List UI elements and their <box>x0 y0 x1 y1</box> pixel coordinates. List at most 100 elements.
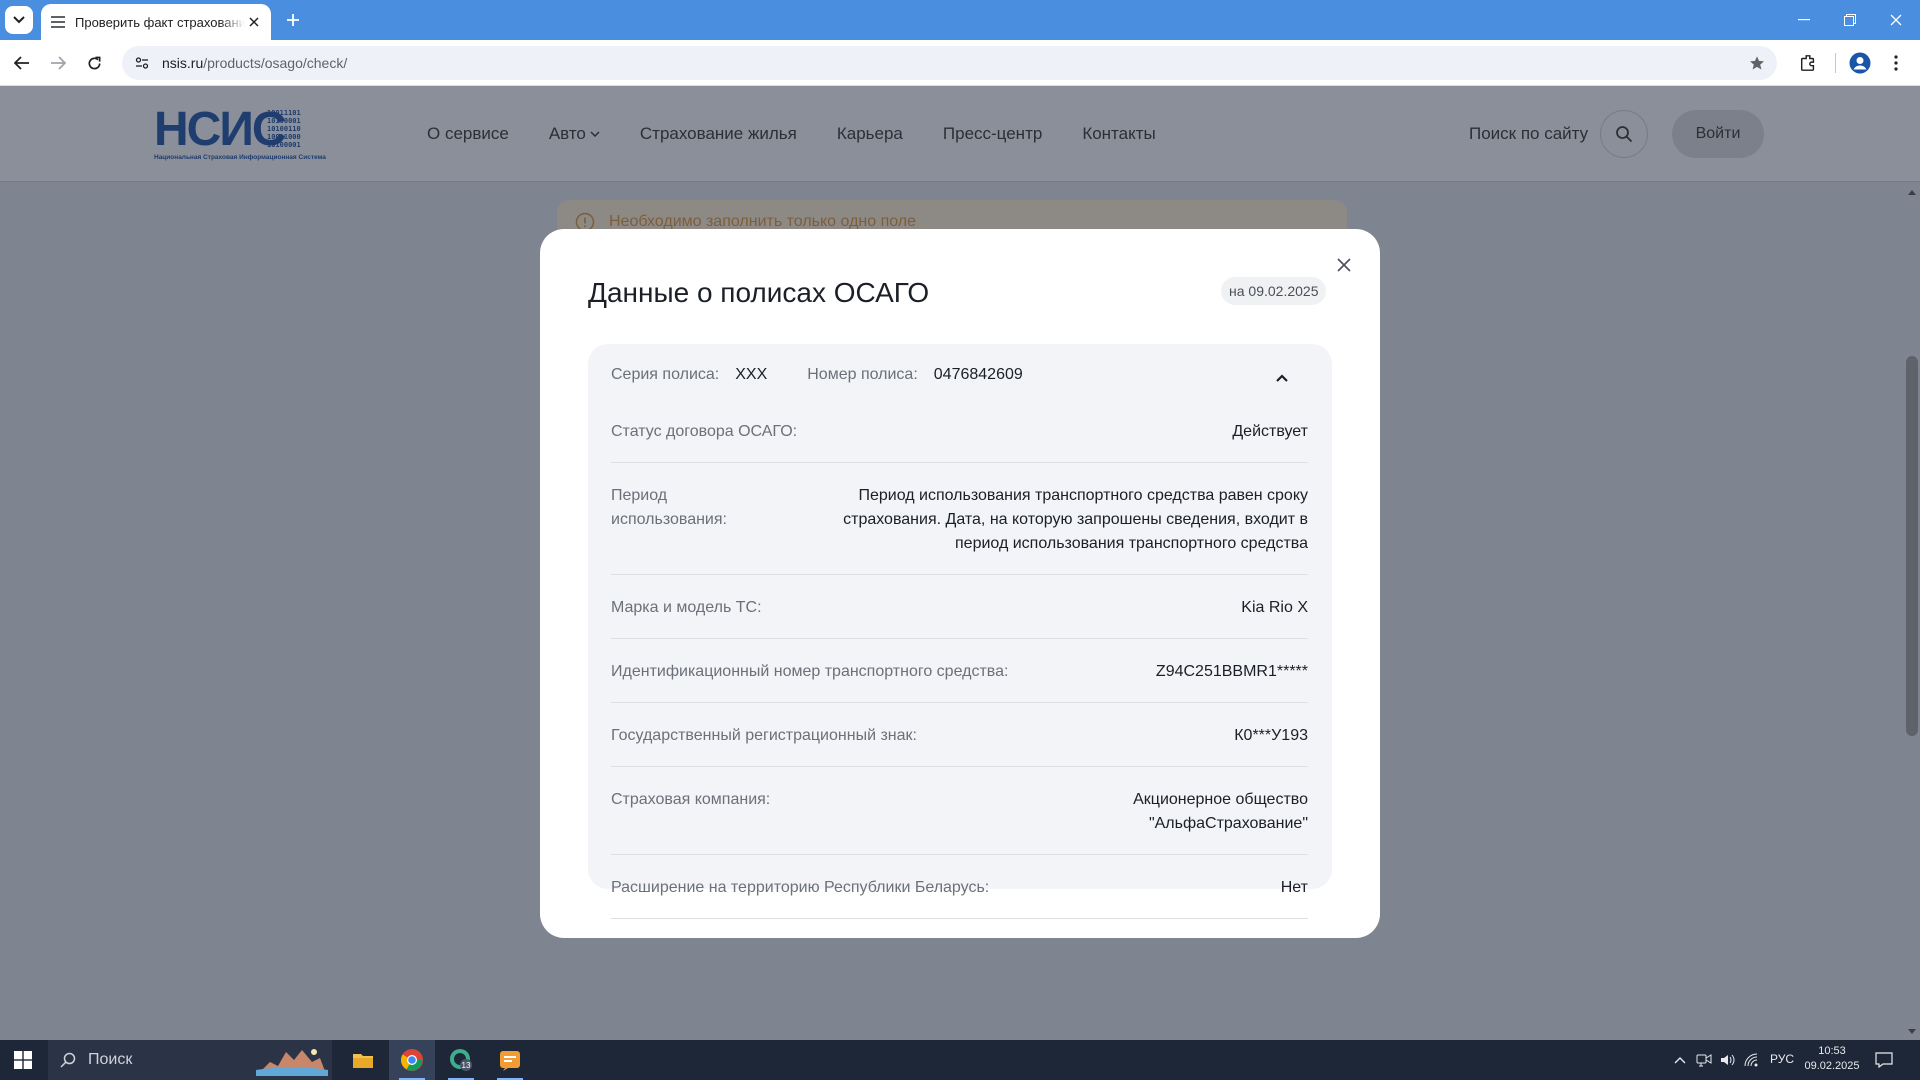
url-path: /products/osago/check/ <box>203 55 348 71</box>
nav-item-auto[interactable]: Авто <box>549 124 600 144</box>
nav-item-auto-label: Авто <box>548 124 586 143</box>
nav-item-housing[interactable]: Страхование жилья <box>640 124 797 144</box>
restore-icon[interactable] <box>1836 6 1864 34</box>
series-label: Серия полиса: <box>611 366 720 383</box>
logo-bits: 10011101 10100001 10100110 10011000 1010… <box>267 109 301 149</box>
logo-bits-line: 10011101 <box>267 109 301 117</box>
search-highlight-art <box>256 1049 328 1076</box>
row-label: Государственный регистрационный знак: <box>611 727 917 744</box>
page-favicon-icon <box>51 15 65 29</box>
reload-icon[interactable] <box>80 49 108 77</box>
number-label: Номер полиса: <box>807 366 918 383</box>
back-arrow-icon[interactable] <box>8 49 36 77</box>
browser-tab-active[interactable]: Проверить факт страхования ОСАГО <box>41 4 271 40</box>
logo-subtitle: Национальная Страховая Информационная Си… <box>154 154 326 161</box>
logo-text: НСИС <box>154 103 286 156</box>
scroll-down-icon[interactable] <box>1906 1026 1918 1038</box>
nav-item-about[interactable]: О сервисе <box>427 124 509 144</box>
url-host: nsis.ru <box>162 55 204 71</box>
speaker-icon[interactable] <box>1718 1050 1738 1070</box>
scrollbar-thumb[interactable] <box>1906 356 1918 736</box>
minimize-icon[interactable] <box>1790 6 1818 34</box>
clock-time: 10:53 <box>1818 1045 1846 1057</box>
tab-search-button[interactable] <box>5 6 33 34</box>
policy-card: Серия полиса: ХХХ Номер полиса: 04768426… <box>588 344 1332 919</box>
detail-row-belarus: Расширение на территорию Республики Бела… <box>611 855 1308 919</box>
series-value: ХХХ <box>735 366 768 383</box>
row-label: Расширение на территорию Республики Бела… <box>611 879 990 896</box>
nav-item-career[interactable]: Карьера <box>837 124 903 144</box>
date-badge: на 09.02.2025 <box>1221 277 1327 305</box>
row-value: Z94C251BBMR1***** <box>1155 663 1308 680</box>
close-icon[interactable] <box>1331 252 1357 278</box>
detail-row-period: Период использования: Период использован… <box>611 463 1308 575</box>
taskbar-search-label: Поиск <box>88 1051 133 1068</box>
row-value: Действует <box>1232 423 1308 440</box>
address-bar[interactable]: nsis.ru/products/osago/check/ <box>122 46 1777 80</box>
row-value: Kia Rio X <box>1241 599 1308 616</box>
row-label: Период использования: <box>611 487 727 528</box>
row-value: Нет <box>1280 879 1308 896</box>
windows-start-icon[interactable] <box>0 1040 46 1080</box>
modal-title: Данные о полисах ОСАГО <box>588 277 930 308</box>
chevron-up-icon[interactable] <box>1274 370 1290 386</box>
detail-row-plate: Государственный регистрационный знак: К0… <box>611 703 1308 767</box>
messenger-app-icon[interactable]: 13 <box>438 1040 484 1080</box>
new-tab-icon[interactable] <box>282 9 304 31</box>
extensions-icon[interactable] <box>1794 49 1822 77</box>
search-icon <box>1616 126 1633 143</box>
main-nav: О сервисе Авто Страхование жилья Карьера… <box>427 124 1196 144</box>
toolbar-separator <box>1835 53 1836 73</box>
nav-item-contacts[interactable]: Контакты <box>1082 124 1155 144</box>
policy-header[interactable]: Серия полиса: ХХХ Номер полиса: 04768426… <box>611 366 1023 384</box>
detail-row-vehicle-model: Марка и модель ТС: Kia Rio X <box>611 575 1308 639</box>
policy-modal: Данные о полисах ОСАГО на 09.02.2025 Сер… <box>540 229 1380 938</box>
login-button[interactable]: Войти <box>1672 110 1764 158</box>
logo-bits-line: 10100110 <box>267 125 301 133</box>
taskbar-search[interactable]: Поиск <box>48 1040 332 1080</box>
bookmark-star-icon[interactable] <box>1747 53 1767 73</box>
url-text: nsis.ru/products/osago/check/ <box>162 55 347 71</box>
notes-app-icon[interactable] <box>487 1040 533 1080</box>
app-badge-count: 13 <box>462 1061 471 1070</box>
scroll-up-icon[interactable] <box>1906 186 1918 198</box>
logo-bits-line: 10100001 <box>267 117 301 125</box>
site-header: НСИС 10011101 10100001 10100110 10011000… <box>0 86 1920 182</box>
site-search-label[interactable]: Поиск по сайту <box>1469 124 1588 144</box>
detail-row-insurer: Страховая компания: Акционерное общество… <box>611 767 1308 855</box>
close-window-icon[interactable] <box>1882 6 1910 34</box>
chrome-icon[interactable] <box>389 1040 435 1080</box>
chevron-down-icon <box>590 131 600 137</box>
site-info-icon[interactable] <box>132 53 152 73</box>
number-value: 0476842609 <box>933 366 1023 383</box>
row-value: Акционерное общество "АльфаСтрахование" <box>1133 791 1308 832</box>
site-search-button[interactable] <box>1600 110 1648 158</box>
tab-title: Проверить факт страхования ОСАГО <box>75 14 245 30</box>
policy-details: Статус договора ОСАГО: Действует Период … <box>611 399 1308 919</box>
file-explorer-icon[interactable] <box>340 1040 386 1080</box>
clock-date: 09.02.2025 <box>1804 1060 1860 1072</box>
network-icon[interactable] <box>1742 1050 1762 1070</box>
logo-bits-line: 10100001 <box>267 141 301 149</box>
chevron-down-icon <box>13 16 25 24</box>
detail-row-status: Статус договора ОСАГО: Действует <box>611 399 1308 463</box>
profile-avatar-icon[interactable] <box>1846 49 1874 77</box>
row-value: Период использования транспортного средс… <box>843 487 1308 552</box>
nav-item-press[interactable]: Пресс-центр <box>943 124 1042 144</box>
input-language[interactable]: РУС <box>1770 1052 1794 1066</box>
search-icon <box>60 1052 76 1068</box>
browser-menu-icon[interactable] <box>1882 49 1910 77</box>
logo-bits-line: 10011000 <box>267 133 301 141</box>
close-tab-icon[interactable] <box>247 15 261 29</box>
meet-now-icon[interactable] <box>1694 1050 1714 1070</box>
notifications-icon[interactable] <box>1872 1048 1896 1072</box>
forward-arrow-icon[interactable] <box>44 49 72 77</box>
chevron-up-icon[interactable] <box>1670 1050 1690 1070</box>
browser-tab-bar: Проверить факт страхования ОСАГО <box>0 0 1920 40</box>
system-clock[interactable]: 10:53 09.02.2025 <box>1804 1044 1860 1074</box>
row-label: Статус договора ОСАГО: <box>611 423 798 440</box>
browser-toolbar: nsis.ru/products/osago/check/ <box>0 40 1920 86</box>
row-label: Идентификационный номер транспортного ср… <box>611 663 1009 680</box>
taskbar: Поиск 13 РУС 10:53 09.02.2025 <box>0 1040 1920 1080</box>
site-logo[interactable]: НСИС 10011101 10100001 10100110 10011000… <box>154 106 344 166</box>
